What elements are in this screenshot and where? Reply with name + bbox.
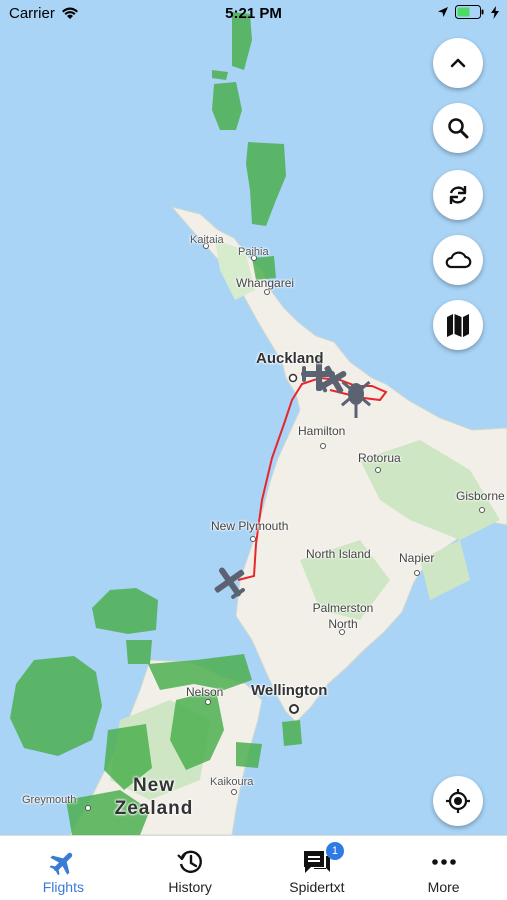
more-icon	[431, 859, 456, 865]
tab-label-flights: Flights	[42, 879, 84, 895]
new-plymouth-marker	[250, 536, 256, 542]
hamilton-marker	[320, 443, 326, 449]
map-type-button[interactable]	[433, 300, 483, 350]
wellington-marker	[289, 704, 299, 714]
rain-cell-4	[246, 142, 286, 226]
battery-icon	[455, 5, 484, 19]
rain-cell-3	[212, 82, 242, 130]
label-hamilton: Hamilton	[298, 424, 346, 438]
rotorua-marker	[375, 467, 381, 473]
map-view[interactable]: Kaitaia Paihia Whangarei Auckland Hamilt…	[0, 0, 507, 835]
plane-icon	[49, 852, 73, 876]
weather-button[interactable]	[433, 235, 483, 285]
label-wellington: Wellington	[251, 682, 328, 699]
label-kaikoura: Kaikoura	[210, 776, 254, 788]
tab-label-spidertxt: Spidertxt	[289, 879, 345, 895]
nelson-marker	[205, 699, 211, 705]
label-palmerston-north: Palmerston North	[312, 601, 374, 631]
tab-icon-wrap	[49, 848, 77, 876]
status-bar: Carrier 5:21 PM	[0, 0, 507, 28]
rain-cell-14	[236, 742, 262, 768]
kaikoura-marker	[231, 789, 237, 795]
tab-spidertxt[interactable]: 1 Spidertxt	[254, 836, 381, 900]
tab-label-more: More	[427, 879, 460, 895]
tab-flights[interactable]: Flights	[0, 836, 127, 900]
gisborne-marker	[479, 507, 485, 513]
greymouth-marker	[85, 805, 91, 811]
label-napier: Napier	[399, 551, 435, 565]
auckland-marker	[288, 373, 298, 383]
napier-marker	[414, 570, 420, 576]
label-new-plymouth: New Plymouth	[211, 519, 289, 533]
label-kaitaia: Kaitaia	[190, 234, 224, 246]
label-paihia: Paihia	[238, 246, 269, 258]
label-rotorua: Rotorua	[358, 451, 401, 465]
tab-bar: Flights History 1 Spidertxt More	[0, 835, 507, 900]
refresh-icon	[449, 186, 467, 204]
label-nelson: Nelson	[186, 685, 224, 699]
whangarei-marker	[264, 289, 270, 295]
collapse-button[interactable]	[433, 38, 483, 88]
cloud-icon	[445, 251, 472, 269]
history-icon	[177, 850, 203, 873]
rain-cell-7	[126, 640, 152, 664]
label-new-zealand: New Zealand	[114, 775, 194, 819]
label-gisborne: Gisborne	[456, 489, 505, 503]
locate-icon	[446, 789, 470, 813]
status-time: 5:21 PM	[225, 5, 282, 22]
tab-label-history: History	[168, 879, 212, 895]
label-auckland: Auckland	[256, 350, 324, 367]
label-greymouth: Greymouth	[22, 794, 77, 806]
map-canvas	[10, 12, 507, 835]
label-north-island: North Island	[306, 547, 371, 561]
tab-icon-wrap	[430, 848, 458, 876]
rain-cell-8	[10, 656, 102, 756]
rain-cell-6	[92, 588, 158, 634]
status-right	[437, 5, 499, 19]
search-button[interactable]	[433, 103, 483, 153]
rain-cell-2	[212, 70, 228, 80]
rain-cell-13	[282, 720, 302, 746]
charging-icon	[491, 5, 499, 19]
map-icon	[447, 314, 469, 337]
location-arrow-icon	[438, 7, 448, 17]
locate-button[interactable]	[433, 776, 483, 826]
chevron-up-icon	[450, 58, 466, 68]
tab-history[interactable]: History	[127, 836, 254, 900]
tab-more[interactable]: More	[380, 836, 507, 900]
label-whangarei: Whangarei	[236, 276, 295, 290]
refresh-button[interactable]	[433, 170, 483, 220]
tab-icon-wrap: 1	[302, 842, 344, 876]
spidertxt-badge: 1	[325, 842, 344, 860]
search-icon	[448, 118, 469, 139]
tab-icon-wrap	[176, 848, 204, 876]
